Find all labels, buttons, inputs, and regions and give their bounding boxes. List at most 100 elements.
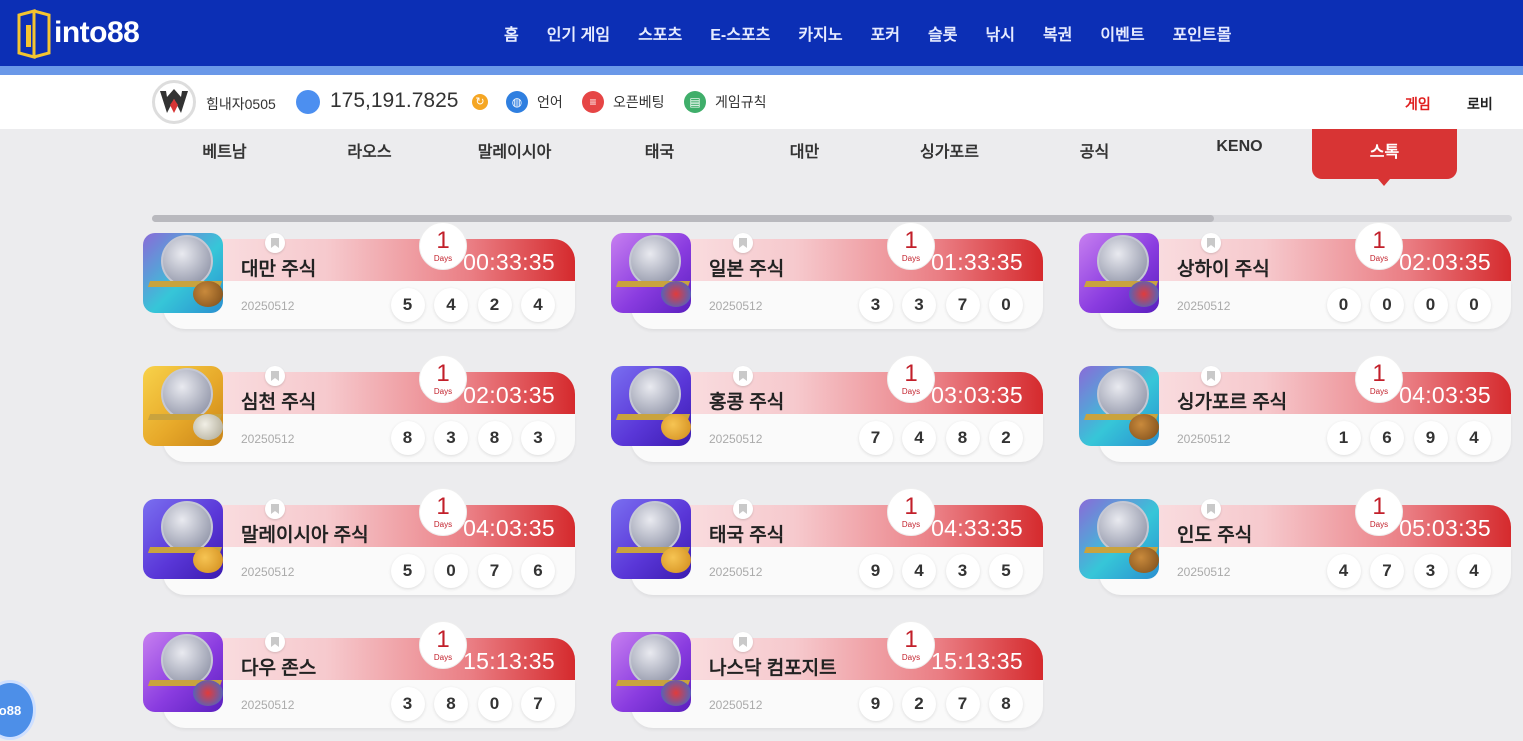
- nav-item[interactable]: 인기 게임: [533, 21, 624, 45]
- card-title: 홍콩 주식: [709, 392, 785, 413]
- stock-game-card[interactable]: 대만 주식 1 Days 00:33:35 20250512 5 4 2 4: [143, 222, 575, 331]
- top-navigation: into88 홈 인기 게임 스포츠 E-스포츠 카지노 포커 슬롯 낚시 복권 이벤트 포인트몰: [0, 0, 1523, 66]
- days-count: 1: [1372, 493, 1386, 520]
- result-numbers: 0000: [1317, 288, 1491, 322]
- bookmark-icon[interactable]: [733, 233, 753, 253]
- nav-item[interactable]: 스포츠: [624, 21, 696, 45]
- lottery-machine-thumbnail[interactable]: [611, 366, 691, 446]
- nav-item[interactable]: 낚시: [971, 21, 1028, 45]
- game-rules-link[interactable]: ▤ 게임규칙: [684, 90, 767, 114]
- stock-game-card[interactable]: 말레이시아 주식 1 Days 04:03:35 20250512 5 0 7 6: [143, 488, 575, 597]
- draw-date: 20250512: [709, 432, 763, 446]
- stock-game-card[interactable]: 태국 주식 1 Days 04:33:35 20250512 9 4 3 5: [611, 488, 1043, 597]
- lottery-machine-thumbnail[interactable]: [1079, 366, 1159, 446]
- nav-item[interactable]: 카지노: [784, 21, 856, 45]
- result-ball: 4: [434, 288, 468, 322]
- lottery-machine-thumbnail[interactable]: [611, 499, 691, 579]
- wallet-icon: [296, 90, 320, 114]
- result-ball: 5: [390, 554, 425, 588]
- language-link[interactable]: ◍ 언어: [506, 90, 563, 114]
- result-ball: 5: [390, 288, 425, 322]
- bookmark-icon[interactable]: [733, 632, 753, 652]
- result-ball: 3: [1413, 554, 1448, 588]
- result-ball: 2: [989, 421, 1023, 455]
- result-ball: 2: [477, 288, 512, 322]
- site-logo[interactable]: into88: [16, 6, 140, 60]
- bookmark-icon[interactable]: [1201, 499, 1221, 519]
- nav-item[interactable]: 슬롯: [914, 21, 971, 45]
- days-label: Days: [901, 254, 921, 263]
- days-label: Days: [433, 653, 453, 662]
- stock-game-card[interactable]: 상하이 주식 1 Days 02:03:35 20250512 0 0 0 0: [1079, 222, 1511, 331]
- countdown-timer: 03:03:35: [931, 382, 1023, 408]
- bookmark-icon[interactable]: [1201, 366, 1221, 386]
- header-stripe: [0, 66, 1523, 75]
- lottery-machine-thumbnail[interactable]: [611, 233, 691, 313]
- nav-item[interactable]: 복권: [1029, 21, 1086, 45]
- countdown-timer: 04:33:35: [931, 515, 1023, 541]
- nav-item[interactable]: 포인트몰: [1159, 21, 1246, 45]
- lobby-link[interactable]: 로비: [1467, 94, 1493, 114]
- result-ball: 3: [521, 421, 555, 455]
- bookmark-icon[interactable]: [1201, 233, 1221, 253]
- stock-game-card[interactable]: 홍콩 주식 1 Days 03:03:35 20250512 7 4 8 2: [611, 355, 1043, 464]
- lottery-machine-thumbnail[interactable]: [143, 499, 223, 579]
- lottery-machine-thumbnail[interactable]: [143, 366, 223, 446]
- days-count: 1: [1372, 227, 1386, 254]
- nav-item[interactable]: 포커: [857, 21, 914, 45]
- region-tab[interactable]: 말레이시아: [442, 129, 587, 179]
- region-tab[interactable]: 베트남: [152, 129, 297, 179]
- result-numbers: 9435: [849, 554, 1023, 588]
- bookmark-icon[interactable]: [265, 366, 285, 386]
- card-title: 다우 존스: [241, 658, 317, 679]
- region-tab[interactable]: 싱가포르: [877, 129, 1022, 179]
- result-numbers: 8383: [381, 421, 555, 455]
- stock-game-card[interactable]: 싱가포르 주식 1 Days 04:03:35 20250512 1 6 9 4: [1079, 355, 1511, 464]
- nav-item[interactable]: E-스포츠: [696, 21, 784, 45]
- days-count: 1: [904, 626, 918, 653]
- draw-date: 20250512: [241, 565, 295, 579]
- card-title: 싱가포르 주식: [1177, 392, 1288, 413]
- open-betting-link[interactable]: ≡ 오픈베팅: [582, 90, 665, 114]
- region-tab[interactable]: 태국: [587, 129, 732, 179]
- lottery-machine-thumbnail[interactable]: [143, 632, 223, 712]
- result-numbers: 3807: [381, 687, 555, 721]
- nav-item[interactable]: 홈: [490, 21, 533, 45]
- stock-game-card[interactable]: 다우 존스 1 Days 15:13:35 20250512 3 8 0 7: [143, 621, 575, 730]
- game-link[interactable]: 게임: [1405, 94, 1431, 114]
- region-tab[interactable]: 라오스: [297, 129, 442, 179]
- stock-game-card[interactable]: 심천 주식 1 Days 02:03:35 20250512 8 3 8 3: [143, 355, 575, 464]
- stock-game-card[interactable]: 인도 주식 1 Days 05:03:35 20250512 4 7 3 4: [1079, 488, 1511, 597]
- refresh-icon[interactable]: ↻: [472, 94, 488, 110]
- region-tab[interactable]: 대만: [732, 129, 877, 179]
- bookmark-icon[interactable]: [265, 632, 285, 652]
- stock-game-card[interactable]: 나스닥 컴포지트 1 Days 15:13:35 20250512 9 2 7 8: [611, 621, 1043, 730]
- bookmark-icon[interactable]: [265, 499, 285, 519]
- countdown-timer: 05:03:35: [1399, 515, 1491, 541]
- lottery-machine-thumbnail[interactable]: [611, 632, 691, 712]
- draw-date: 20250512: [709, 299, 763, 313]
- lottery-machine-thumbnail[interactable]: [1079, 499, 1159, 579]
- scrollbar-thumb[interactable]: [152, 215, 1214, 222]
- region-tab[interactable]: KENO: [1167, 129, 1312, 179]
- bookmark-icon[interactable]: [733, 366, 753, 386]
- days-badge: 1 Days: [419, 621, 467, 669]
- result-ball: 0: [1326, 288, 1361, 322]
- lottery-machine-thumbnail[interactable]: [143, 233, 223, 313]
- result-numbers: 4734: [1317, 554, 1491, 588]
- region-tab[interactable]: 공식: [1022, 129, 1167, 179]
- days-badge: 1 Days: [419, 222, 467, 270]
- card-title: 나스닥 컴포지트: [709, 658, 837, 679]
- lottery-machine-thumbnail[interactable]: [1079, 233, 1159, 313]
- region-tab[interactable]: 스톡: [1312, 129, 1457, 186]
- stock-game-card[interactable]: 일본 주식 1 Days 01:33:35 20250512 3 3 7 0: [611, 222, 1043, 331]
- game-rules-label: 게임규칙: [715, 94, 767, 110]
- card-title: 심천 주식: [241, 392, 317, 413]
- result-ball: 3: [434, 421, 468, 455]
- bookmark-icon[interactable]: [265, 233, 285, 253]
- nav-item[interactable]: 이벤트: [1086, 21, 1158, 45]
- avatar[interactable]: [152, 80, 196, 124]
- days-label: Days: [901, 387, 921, 396]
- bookmark-icon[interactable]: [733, 499, 753, 519]
- floating-home-button[interactable]: o88: [0, 680, 36, 740]
